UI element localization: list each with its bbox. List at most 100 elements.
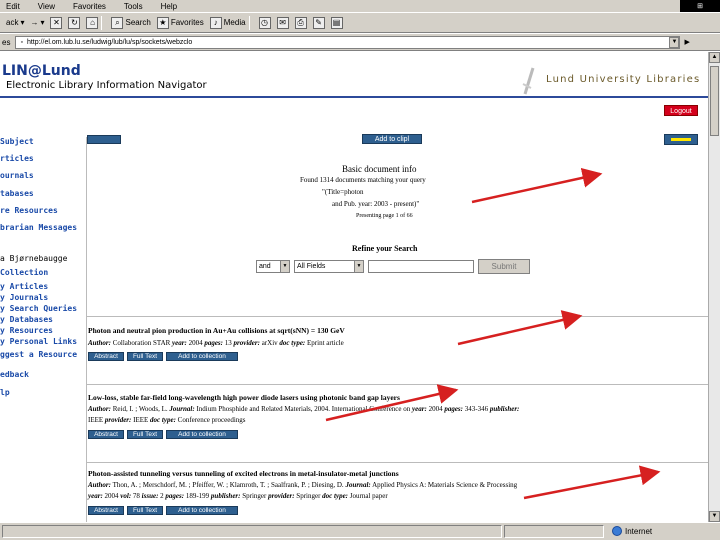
page-content: LIN@Lund Electronic Library Information … <box>0 52 708 522</box>
logout-button[interactable]: Logout <box>664 105 698 116</box>
meta-value: arXiv <box>259 339 280 347</box>
sidebar-item-collection[interactable]: Collection <box>0 268 48 277</box>
header-rule <box>0 96 708 98</box>
edit-button[interactable]: ✎ <box>312 16 325 29</box>
sidebar-item-feedback[interactable]: edback <box>0 370 29 379</box>
meta-key: Author: <box>88 339 111 347</box>
mail-button[interactable]: ✉ <box>276 16 289 29</box>
result-meta: Author: Collaboration STAR year: 2004 pa… <box>88 339 344 347</box>
meta-key: Journal: <box>345 481 371 489</box>
chevron-down-icon: ▼ <box>354 261 363 272</box>
meta-key: doc type: <box>322 492 349 500</box>
sidebar-item-articles[interactable]: rticles <box>0 154 34 163</box>
sidebar-item-more-resources[interactable]: re Resources <box>0 206 58 215</box>
menu-bar: Edit View Favorites Tools Help <box>0 0 720 12</box>
chevron-down-icon[interactable]: ▼ <box>669 36 680 48</box>
refine-search-input[interactable] <box>368 260 474 273</box>
address-bar: es ▫ http://el.om.lub.lu.se/ludwig/lub/l… <box>0 34 720 51</box>
sidebar-item-my-journals[interactable]: y Journals <box>0 293 48 302</box>
menu-view[interactable]: View <box>38 2 55 11</box>
add-to-collection-button[interactable]: Add to collection <box>166 506 238 515</box>
result-title[interactable]: Photon-assisted tunneling versus tunneli… <box>88 469 399 478</box>
menu-edit[interactable]: Edit <box>6 2 20 11</box>
boolean-operator-select[interactable]: and ▼ <box>256 260 290 273</box>
vertical-scrollbar[interactable]: ▲ ▼ <box>708 52 720 522</box>
result-divider <box>87 384 708 385</box>
meta-value: Springer <box>294 492 323 500</box>
scroll-up-icon[interactable]: ▲ <box>709 52 720 63</box>
abstract-button[interactable]: Abstract <box>88 506 124 515</box>
meta-value: Conference proceedings <box>175 416 246 424</box>
result-meta: IEEE provider: IEEE doc type: Conference… <box>88 416 246 424</box>
info-result-count: Found 1314 documents matching your query <box>300 176 426 184</box>
previous-page-button[interactable] <box>87 135 121 144</box>
media-label: Media <box>223 18 246 27</box>
fulltext-button[interactable]: Full Text <box>127 506 163 515</box>
add-to-clipboard-button[interactable]: Add to clipl <box>362 134 422 144</box>
result-title[interactable]: Photon and neutral pion production in Au… <box>88 326 345 335</box>
stop-button[interactable]: ✕ <box>50 16 63 29</box>
media-button[interactable]: ♪ Media <box>209 16 246 29</box>
menu-help[interactable]: Help <box>161 2 177 11</box>
home-button[interactable]: ⌂ <box>86 16 99 29</box>
sidebar-item-subject[interactable]: Subject <box>0 137 34 146</box>
meta-value: Thon, A. ; Merschdorf, M. ; Pfeiffer, W.… <box>110 481 346 489</box>
sidebar-item-my-search-queries[interactable]: y Search Queries <box>0 304 77 313</box>
chevron-down-icon: ▾ <box>40 18 45 27</box>
add-to-collection-button[interactable]: Add to collection <box>166 430 238 439</box>
field-select-value: All Fields <box>297 263 326 270</box>
globe-icon <box>612 526 622 536</box>
menu-tools[interactable]: Tools <box>124 2 143 11</box>
meta-key: pages: <box>165 492 185 500</box>
meta-key: publisher: <box>210 492 241 500</box>
history-button[interactable]: ◷ <box>258 16 271 29</box>
scrollbar-thumb[interactable] <box>710 66 719 136</box>
forward-button[interactable]: → ▾ <box>30 18 44 27</box>
submit-button[interactable]: Submit <box>478 259 530 274</box>
favorites-button[interactable]: ★ Favorites <box>156 16 204 29</box>
sidebar-item-my-databases[interactable]: y Databases <box>0 315 53 324</box>
fulltext-button[interactable]: Full Text <box>127 430 163 439</box>
sidebar-item-my-personal-links[interactable]: y Personal Links <box>0 337 77 346</box>
meta-key: year: <box>88 492 103 500</box>
meta-value: 189-199 <box>184 492 211 500</box>
site-title[interactable]: LIN@Lund <box>2 63 81 79</box>
sidebar-item-databases[interactable]: tabases <box>0 189 34 198</box>
search-button[interactable]: ⌕ Search <box>111 16 151 29</box>
abstract-button[interactable]: Abstract <box>88 352 124 361</box>
meta-value: Indium Phosphide and Related Materials, … <box>194 405 413 413</box>
sidebar-item-help[interactable]: lp <box>0 388 10 397</box>
security-zone-label: Internet <box>625 526 653 536</box>
address-url: http://el.om.lub.lu.se/ludwig/lub/lu/sp/… <box>26 38 193 46</box>
sidebar-item-journals[interactable]: ournals <box>0 171 34 180</box>
scroll-down-icon[interactable]: ▼ <box>709 511 720 522</box>
result-meta: year: 2004 vol: 78 issue: 2 pages: 189-1… <box>88 492 388 500</box>
back-button[interactable]: ack ▾ <box>6 18 24 27</box>
sidebar-item-suggest-resource[interactable]: ggest a Resource <box>0 350 77 359</box>
meta-value: 343-346 <box>462 405 490 413</box>
sidebar-item-my-resources[interactable]: y Resources <box>0 326 53 335</box>
fulltext-button[interactable]: Full Text <box>127 352 163 361</box>
favorites-icon: ★ <box>156 16 169 29</box>
meta-key: pages: <box>204 339 223 347</box>
annotation-arrow <box>457 310 583 346</box>
add-to-collection-button[interactable]: Add to collection <box>166 352 238 361</box>
print-button[interactable]: ⎙ <box>294 16 307 29</box>
sidebar-item-my-articles[interactable]: y Articles <box>0 282 48 291</box>
address-input[interactable]: ▫ http://el.om.lub.lu.se/ludwig/lub/lu/s… <box>15 35 681 49</box>
field-select[interactable]: All Fields ▼ <box>294 260 364 273</box>
meta-key: Author: <box>88 481 111 489</box>
refresh-button[interactable]: ↻ <box>68 16 81 29</box>
discuss-button[interactable]: ▤ <box>330 16 343 29</box>
menu-favorites[interactable]: Favorites <box>73 2 106 11</box>
result-title[interactable]: Low-loss, stable far-field long-waveleng… <box>88 393 400 402</box>
chevron-down-icon: ▼ <box>280 261 289 272</box>
meta-value: 78 <box>131 492 142 500</box>
site-subtitle: Electronic Library Information Navigator <box>6 80 207 91</box>
meta-key: issue: <box>141 492 159 500</box>
sidebar-item-librarian-messages[interactable]: brarian Messages <box>0 223 77 232</box>
sidebar-divider <box>86 137 87 522</box>
go-button[interactable]: ▶ <box>684 38 689 46</box>
abstract-button[interactable]: Abstract <box>88 430 124 439</box>
next-page-button[interactable] <box>664 134 698 145</box>
